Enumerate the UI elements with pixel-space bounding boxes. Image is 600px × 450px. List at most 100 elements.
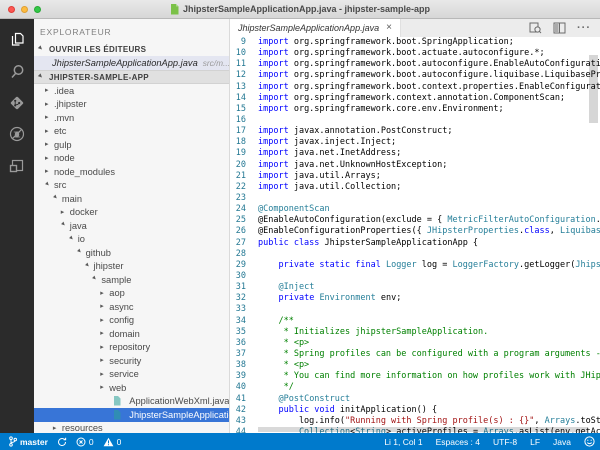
open-editors-section-header[interactable]: ▸ OUVRIR LES ÉDITEURS bbox=[34, 42, 229, 56]
code-line: 11import org.springframework.boot.autoco… bbox=[230, 59, 600, 70]
chevron-collapsed-icon: ▸ bbox=[100, 290, 107, 297]
line-content: import org.springframework.boot.autoconf… bbox=[246, 70, 600, 81]
code-line: 34 /** bbox=[230, 316, 600, 327]
tree-item-label: web bbox=[109, 383, 126, 393]
chevron-collapsed-icon: ▸ bbox=[61, 209, 68, 216]
tree-item-async[interactable]: ▸async bbox=[34, 300, 229, 314]
zoom-window-button[interactable] bbox=[34, 6, 41, 13]
tree-item-label: jhipster bbox=[94, 261, 124, 271]
tree-item--mvn[interactable]: ▸.mvn bbox=[34, 111, 229, 125]
debug-icon[interactable] bbox=[0, 119, 34, 151]
line-content: import org.springframework.boot.actuate.… bbox=[246, 48, 545, 59]
tree-item-service[interactable]: ▸service bbox=[34, 368, 229, 382]
status-item[interactable]: Li 1, Col 1 bbox=[384, 437, 422, 447]
tree-item-label: ApplicationWebXml.java bbox=[129, 396, 229, 406]
tree-item--idea[interactable]: ▸.idea bbox=[34, 84, 229, 98]
traffic-lights bbox=[8, 6, 41, 13]
tree-item-jhipstersampleapplicationapp-java[interactable]: JhipsterSampleApplicationApp.java bbox=[34, 408, 229, 422]
status-item[interactable]: Espaces : 4 bbox=[436, 437, 480, 447]
sync-icon bbox=[57, 437, 67, 447]
tree-item-web[interactable]: ▸web bbox=[34, 381, 229, 395]
code-line: 36 * <p> bbox=[230, 338, 600, 349]
open-editor-item[interactable]: JhipsterSampleApplicationApp.javasrc/m..… bbox=[34, 56, 229, 70]
chevron-expanded-icon: ▸ bbox=[75, 248, 85, 258]
code-area[interactable]: 9import org.springframework.boot.SpringA… bbox=[230, 37, 600, 433]
line-number: 27 bbox=[230, 238, 246, 249]
chevron-collapsed-icon: ▸ bbox=[53, 425, 60, 432]
tree-item-aop[interactable]: ▸aop bbox=[34, 287, 229, 301]
tree-item-docker[interactable]: ▸docker bbox=[34, 206, 229, 220]
chevron-collapsed-icon: ▸ bbox=[45, 87, 52, 94]
git-icon[interactable] bbox=[0, 87, 34, 119]
code-line: 12import org.springframework.boot.autoco… bbox=[230, 70, 600, 81]
close-tab-icon[interactable]: × bbox=[386, 23, 392, 33]
tree-item--jhipster[interactable]: ▸.jhipster bbox=[34, 98, 229, 112]
tree-item-node[interactable]: ▸node bbox=[34, 152, 229, 166]
open-preview-icon[interactable] bbox=[529, 22, 542, 34]
tree-item-node-modules[interactable]: ▸node_modules bbox=[34, 165, 229, 179]
line-number: 22 bbox=[230, 182, 246, 193]
tree-item-jhipster[interactable]: ▸jhipster bbox=[34, 260, 229, 274]
files-icon[interactable] bbox=[0, 24, 34, 56]
tree-item-applicationwebxml-java[interactable]: ApplicationWebXml.java bbox=[34, 395, 229, 409]
error-count[interactable]: 0 bbox=[76, 437, 94, 447]
code-line: 33 bbox=[230, 304, 600, 315]
status-item[interactable]: UTF-8 bbox=[493, 437, 517, 447]
line-number: 9 bbox=[230, 37, 246, 48]
tree-item-etc[interactable]: ▸etc bbox=[34, 125, 229, 139]
close-window-button[interactable] bbox=[8, 6, 15, 13]
tree-item-resources[interactable]: ▸resources bbox=[34, 422, 229, 434]
project-section-header[interactable]: ▸ JHIPSTER-SAMPLE-APP bbox=[34, 70, 229, 84]
line-content: import java.util.Collection; bbox=[246, 182, 401, 193]
line-number: 31 bbox=[230, 282, 246, 293]
code-line: 9import org.springframework.boot.SpringA… bbox=[230, 37, 600, 48]
tree-item-domain[interactable]: ▸domain bbox=[34, 327, 229, 341]
tree-item-src[interactable]: ▸src bbox=[34, 179, 229, 193]
tree-item-label: sample bbox=[101, 275, 131, 285]
minimize-window-button[interactable] bbox=[21, 6, 28, 13]
chevron-collapsed-icon: ▸ bbox=[100, 344, 107, 351]
split-editor-icon[interactable] bbox=[553, 22, 566, 34]
warning-count[interactable]: 0 bbox=[103, 437, 122, 447]
line-content bbox=[246, 304, 258, 315]
code-line: 16 bbox=[230, 115, 600, 126]
explorer-sidebar: EXPLORATEUR ▸ OUVRIR LES ÉDITEURS Jhipst… bbox=[34, 19, 230, 433]
line-number: 37 bbox=[230, 349, 246, 360]
tree-item-io[interactable]: ▸io bbox=[34, 233, 229, 247]
tree-item-github[interactable]: ▸github bbox=[34, 246, 229, 260]
status-item[interactable]: LF bbox=[530, 437, 540, 447]
more-actions-icon[interactable]: ··· bbox=[577, 22, 591, 34]
tree-item-label: resources bbox=[62, 423, 103, 433]
search-icon[interactable] bbox=[0, 56, 34, 88]
tree-item-repository[interactable]: ▸repository bbox=[34, 341, 229, 355]
tree-item-label: node_modules bbox=[54, 167, 115, 177]
tree-item-security[interactable]: ▸security bbox=[34, 354, 229, 368]
line-content: import org.springframework.boot.context.… bbox=[246, 82, 600, 93]
feedback-smiley-icon[interactable] bbox=[584, 436, 595, 447]
horizontal-scrollbar[interactable] bbox=[258, 427, 588, 432]
tree-item-sample[interactable]: ▸sample bbox=[34, 273, 229, 287]
line-number: 30 bbox=[230, 271, 246, 282]
tree-item-config[interactable]: ▸config bbox=[34, 314, 229, 328]
chevron-expanded-icon: ▸ bbox=[37, 72, 47, 82]
chevron-collapsed-icon: ▸ bbox=[100, 371, 107, 378]
tab-label: JhipsterSampleApplicationApp.java bbox=[238, 23, 379, 33]
tree-item-main[interactable]: ▸main bbox=[34, 192, 229, 206]
line-content: @ComponentScan bbox=[246, 204, 330, 215]
vertical-scrollbar[interactable] bbox=[589, 55, 598, 123]
code-line: 10import org.springframework.boot.actuat… bbox=[230, 48, 600, 59]
tree-item-label: main bbox=[62, 194, 82, 204]
line-number: 18 bbox=[230, 137, 246, 148]
chevron-collapsed-icon: ▸ bbox=[100, 357, 107, 364]
tree-item-java[interactable]: ▸java bbox=[34, 219, 229, 233]
line-number: 14 bbox=[230, 93, 246, 104]
git-branch-indicator[interactable]: master bbox=[9, 436, 48, 447]
sync-button[interactable] bbox=[57, 437, 67, 447]
extensions-icon[interactable] bbox=[0, 150, 34, 182]
tab-jhipstersampleapplicationapp-java[interactable]: JhipsterSampleApplicationApp.java × bbox=[230, 19, 401, 37]
line-content: */ bbox=[246, 382, 294, 393]
tree-item-gulp[interactable]: ▸gulp bbox=[34, 138, 229, 152]
status-item[interactable]: Java bbox=[553, 437, 571, 447]
code-line: 29 private static final Logger log = Log… bbox=[230, 260, 600, 271]
line-number: 12 bbox=[230, 70, 246, 81]
